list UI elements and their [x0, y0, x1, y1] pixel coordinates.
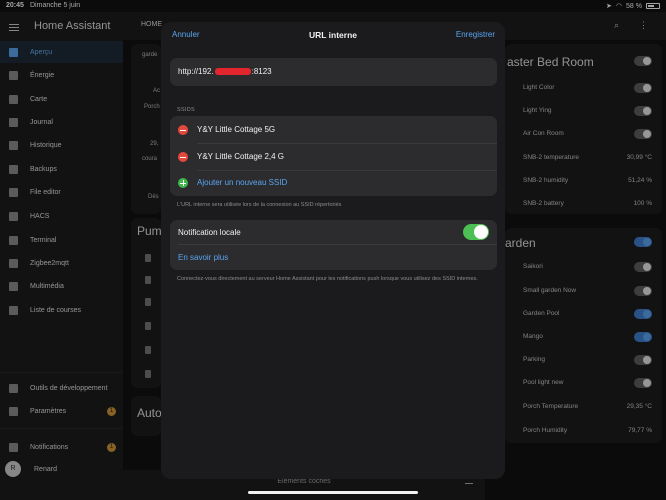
notification-hint: Connectez-vous directement au serveur Ho…: [177, 276, 478, 282]
learn-more-link[interactable]: En savoir plus: [178, 253, 228, 262]
ssid-name: Y&Y Little Cottage 2,4 G: [197, 152, 285, 161]
internal-url-modal: Annuler URL interne Enregistrer http://1…: [161, 22, 505, 479]
modal-header: Annuler URL interne Enregistrer: [161, 22, 505, 50]
local-notification-switch[interactable]: [463, 224, 489, 240]
ssid-hint: L'URL interne sera utilisée lors de la c…: [177, 202, 342, 208]
url-prefix: http://192.: [178, 67, 214, 76]
notification-group: Notification locale En savoir plus: [170, 220, 497, 270]
add-ssid-row[interactable]: Ajouter un nouveau SSID: [170, 170, 497, 196]
local-notification-label: Notification locale: [178, 228, 241, 237]
ssid-row[interactable]: Y&Y Little Cottage 2,4 G: [170, 144, 497, 170]
ssid-row[interactable]: Y&Y Little Cottage 5G: [170, 117, 497, 143]
url-group: http://192. :8123: [170, 58, 497, 86]
url-suffix: :8123: [251, 67, 272, 76]
home-indicator[interactable]: [248, 491, 418, 494]
add-circle-icon[interactable]: [178, 178, 188, 188]
ssid-name: Y&Y Little Cottage 5G: [197, 125, 276, 134]
redaction-mark: [214, 68, 251, 75]
row-separator: [178, 244, 497, 245]
modal-title: URL interne: [308, 30, 358, 40]
ssid-group: Y&Y Little Cottage 5G Y&Y Little Cottage…: [170, 116, 497, 196]
local-notification-row: Notification locale: [170, 220, 497, 244]
remove-circle-icon[interactable]: [178, 125, 188, 135]
remove-circle-icon[interactable]: [178, 152, 188, 162]
add-ssid-button[interactable]: Ajouter un nouveau SSID: [197, 178, 287, 187]
ssids-section-label: SSIDS: [177, 107, 196, 113]
url-input[interactable]: http://192. :8123: [178, 58, 488, 86]
ipad-screen: 20:45 Dimanche 5 juin ➤ ◠ 58 % Home Assi…: [0, 0, 666, 500]
save-button[interactable]: Enregistrer: [456, 30, 495, 39]
